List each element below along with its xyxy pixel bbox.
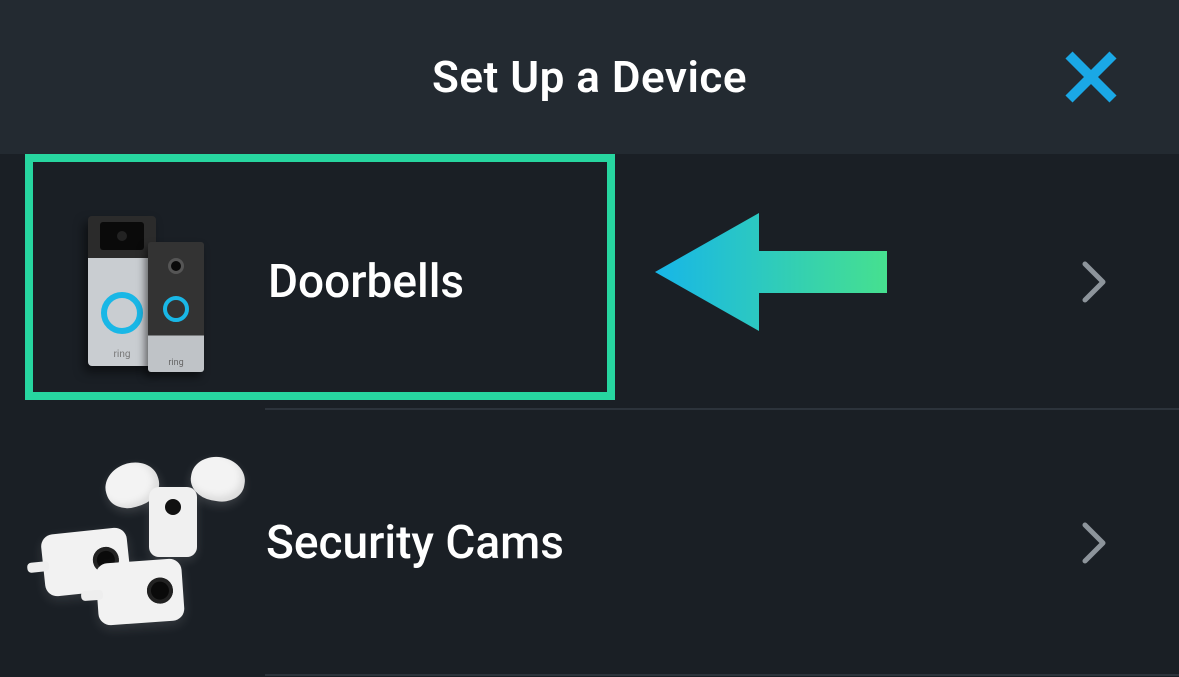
- security-cam-devices-icon: [30, 453, 266, 633]
- header: Set Up a Device: [0, 0, 1179, 154]
- list-item-security-cams[interactable]: Security Cams: [0, 410, 1179, 676]
- list-item-label: Security Cams: [266, 516, 564, 570]
- list-item-label: Doorbells: [268, 255, 464, 309]
- row-inner: Security Cams: [0, 410, 1179, 676]
- row-inner: ring ring Doorbells: [0, 154, 1179, 410]
- list-item-doorbells[interactable]: ring ring Doorbells: [0, 154, 1179, 410]
- page-title: Set Up a Device: [432, 51, 747, 103]
- device-category-list: ring ring Doorbells: [0, 154, 1179, 676]
- chevron-right-icon: [1081, 521, 1109, 565]
- doorbell-devices-icon: ring ring: [48, 192, 268, 372]
- chevron-right-icon: [1081, 260, 1109, 304]
- divider: [265, 674, 1179, 676]
- close-button[interactable]: [1059, 45, 1123, 109]
- close-icon: [1059, 45, 1123, 109]
